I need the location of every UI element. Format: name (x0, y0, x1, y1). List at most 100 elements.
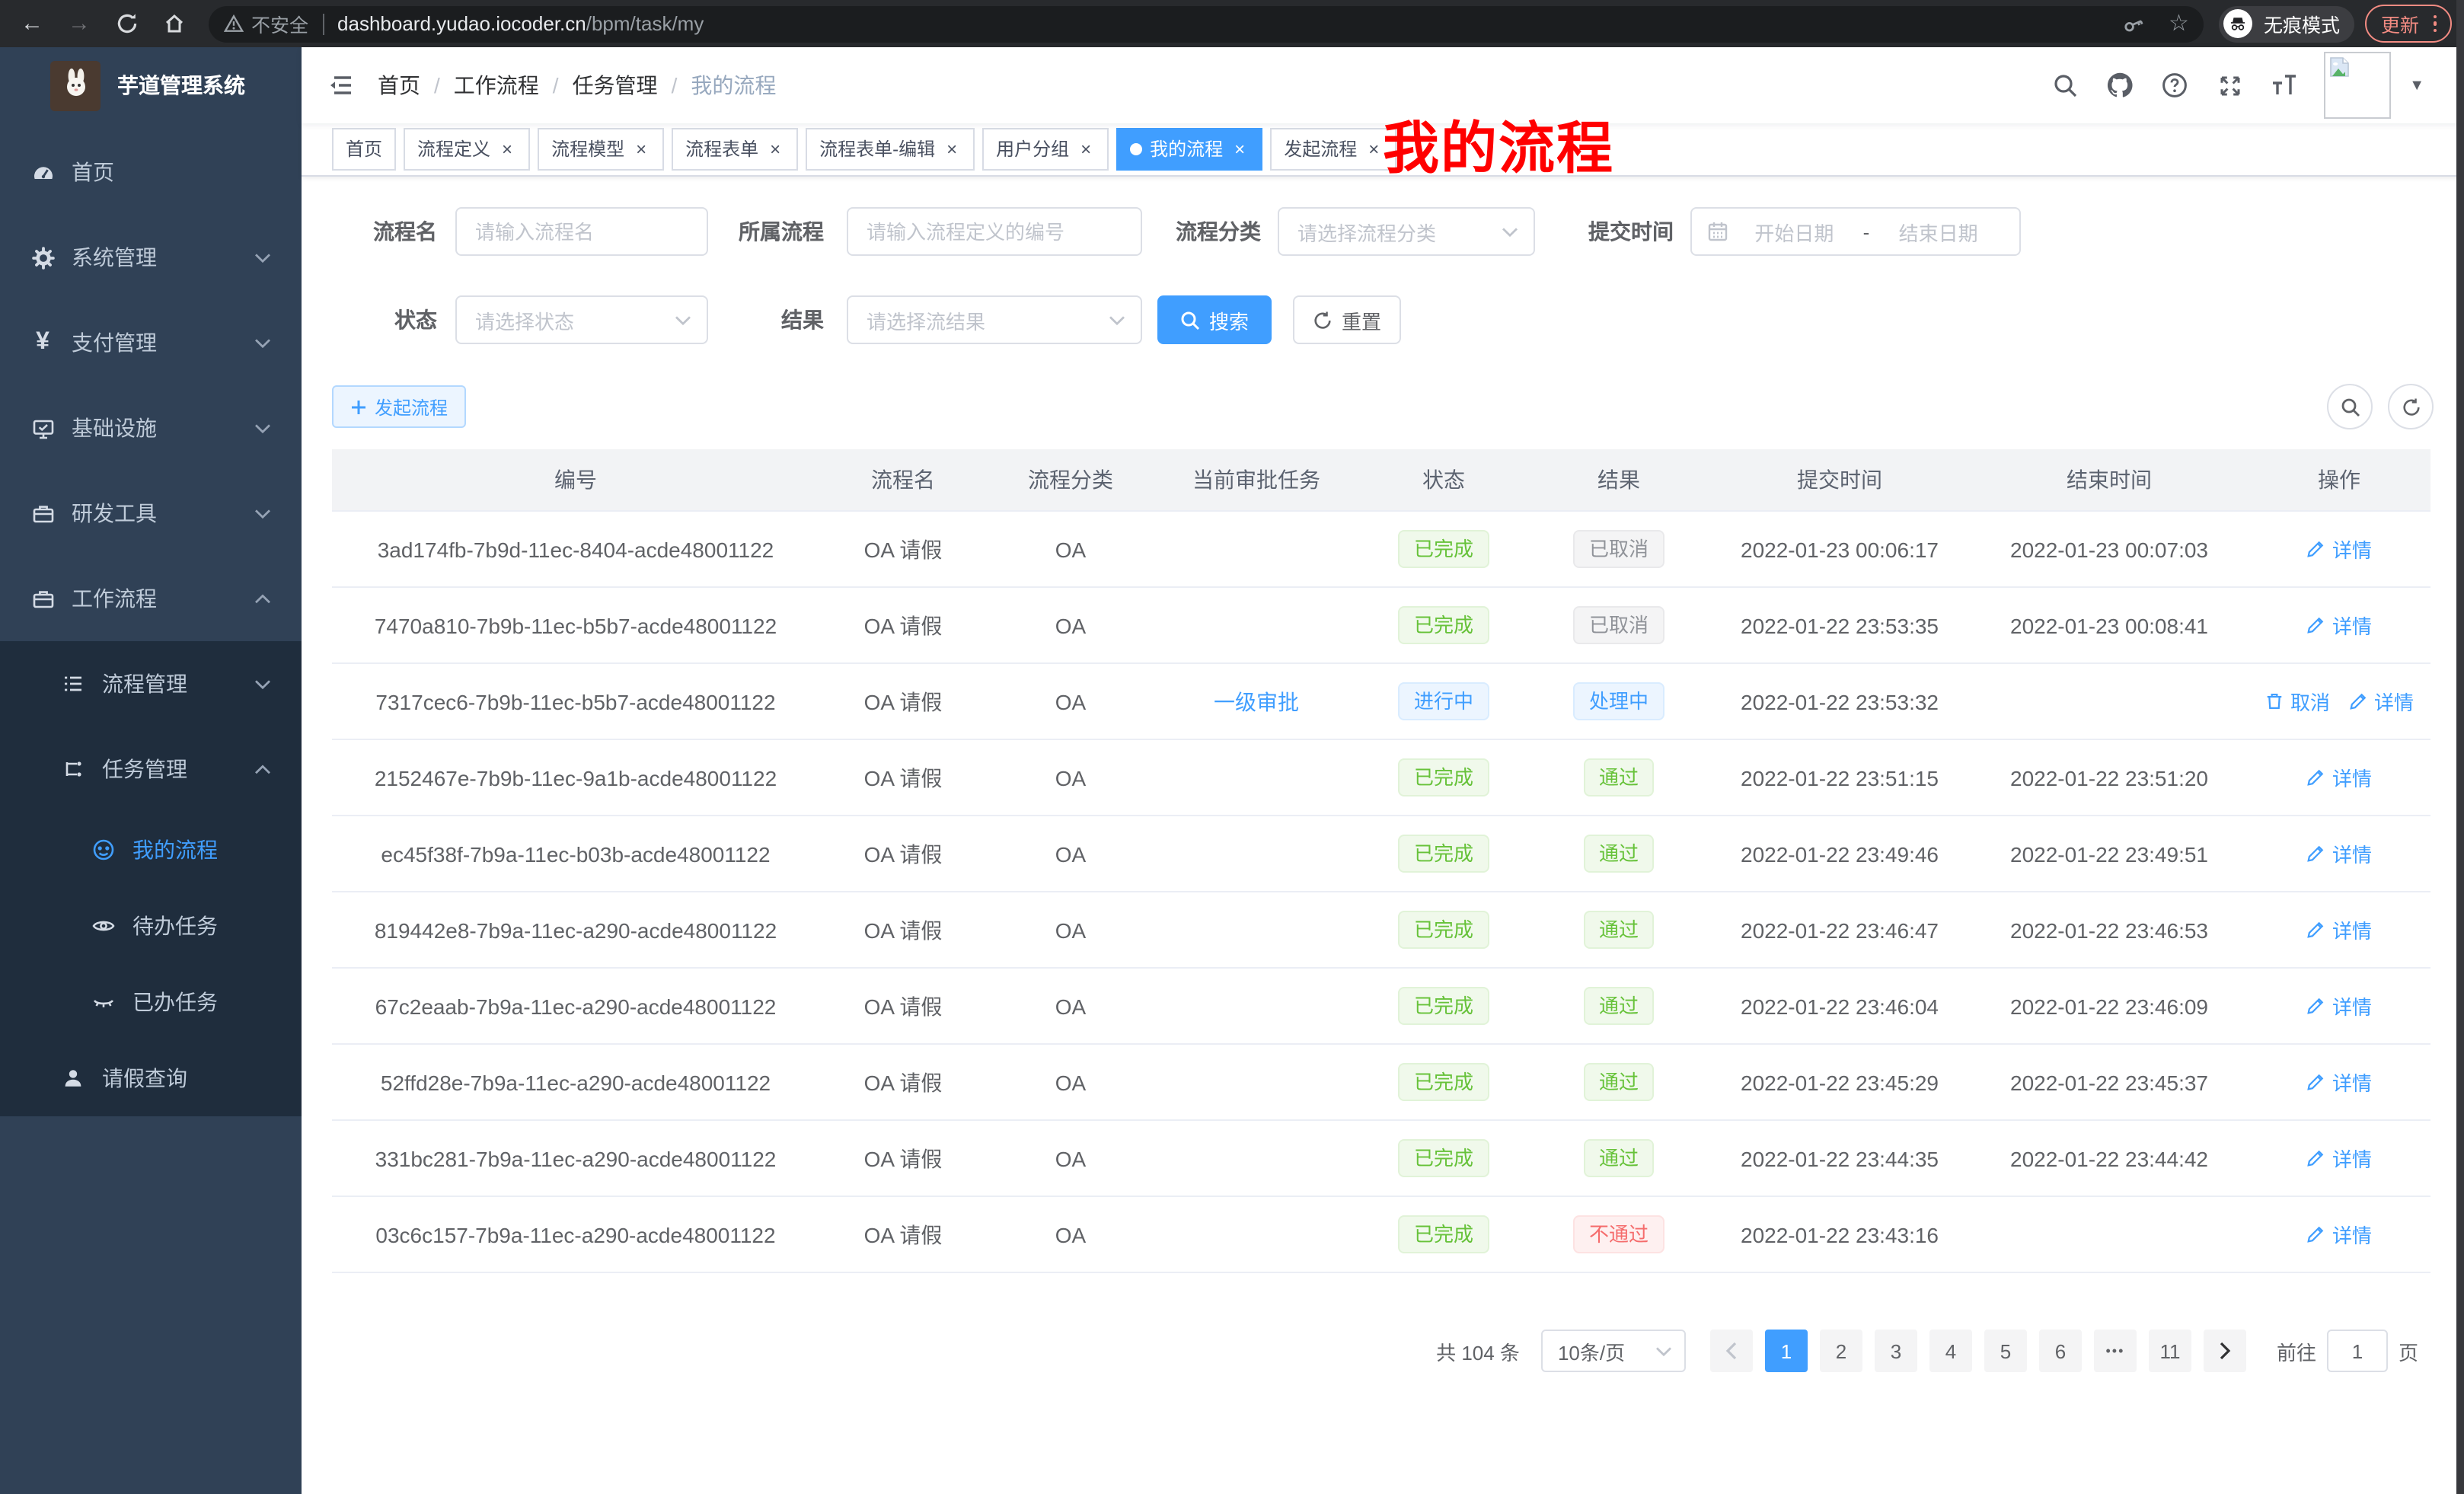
cell-name: OA 请假 (819, 739, 987, 816)
tab-user-group[interactable]: 用户分组× (982, 128, 1109, 171)
tab-home[interactable]: 首页 (332, 128, 396, 171)
page-button-4[interactable]: 4 (1929, 1330, 1972, 1372)
font-size-icon[interactable] (2269, 70, 2300, 101)
detail-link[interactable]: 详情 (2306, 1068, 2372, 1097)
prev-page-button[interactable] (1710, 1330, 1753, 1372)
close-icon[interactable]: × (632, 131, 650, 168)
sidebar-item-infra[interactable]: 基础设施 (0, 385, 302, 471)
forward-icon[interactable]: → (65, 10, 93, 37)
tab-process-form-edit[interactable]: 流程表单-编辑× (806, 128, 975, 171)
sidebar-item-workflow[interactable]: 工作流程 (0, 556, 302, 641)
cell-actions: 详情 (2248, 511, 2430, 587)
tab-process-model[interactable]: 流程模型× (538, 128, 664, 171)
search-button[interactable]: 搜索 (1157, 295, 1272, 344)
star-icon[interactable]: ☆ (2169, 12, 2189, 35)
site-security[interactable]: 不安全 (224, 9, 308, 38)
reset-button[interactable]: 重置 (1293, 295, 1401, 344)
status-badge: 已完成 (1399, 758, 1489, 796)
detail-link[interactable]: 详情 (2348, 687, 2414, 716)
avatar[interactable] (2324, 52, 2391, 119)
tab-start-process[interactable]: 发起流程× (1270, 128, 1396, 171)
close-icon[interactable]: × (498, 131, 516, 168)
cell-actions: 详情 (2248, 892, 2430, 968)
detail-link[interactable]: 详情 (2306, 1220, 2372, 1249)
page-button-5[interactable]: 5 (1984, 1330, 2027, 1372)
sidebar-item-system[interactable]: 系统管理 (0, 215, 302, 300)
breadcrumb-task-mgmt[interactable]: 任务管理 (573, 70, 658, 101)
start-process-button[interactable]: 发起流程 (332, 385, 466, 428)
submit-time-range-picker[interactable]: 开始日期 - 结束日期 (1690, 207, 2021, 256)
search-icon[interactable] (2050, 70, 2080, 101)
sidebar-item-my-process[interactable]: 我的流程 (0, 812, 302, 888)
next-page-button[interactable] (2204, 1330, 2246, 1372)
tab-my-process[interactable]: 我的流程× (1116, 128, 1262, 171)
cell-status: 已完成 (1358, 511, 1529, 587)
result-select[interactable]: 请选择流结果 (847, 295, 1142, 344)
tab-process-definition[interactable]: 流程定义× (404, 128, 530, 171)
sidebar-item-todo-task[interactable]: 待办任务 (0, 888, 302, 964)
help-icon[interactable] (2159, 70, 2190, 101)
sidebar-item-home[interactable]: 首页 (0, 129, 302, 215)
page-button-1[interactable]: 1 (1765, 1330, 1808, 1372)
sidebar-item-payment[interactable]: ¥ 支付管理 (0, 300, 302, 385)
show-search-button[interactable] (2327, 384, 2373, 429)
cell-task (1154, 892, 1358, 968)
breadcrumb-home[interactable]: 首页 (378, 70, 420, 101)
close-icon[interactable]: × (1364, 131, 1383, 168)
detail-link[interactable]: 详情 (2306, 915, 2372, 944)
cell-submit-time: 2022-01-22 23:44:35 (1709, 1120, 1971, 1196)
page-button-6[interactable]: 6 (2039, 1330, 2082, 1372)
hamburger-icon[interactable] (302, 47, 378, 123)
sidebar-item-task-mgmt[interactable]: 任务管理 (0, 726, 302, 812)
page-button-last[interactable]: 11 (2149, 1330, 2191, 1372)
fullscreen-icon[interactable] (2214, 70, 2245, 101)
refresh-table-button[interactable] (2388, 384, 2434, 429)
close-icon[interactable]: × (766, 131, 784, 168)
col-result: 结果 (1529, 449, 1709, 511)
task-link[interactable]: 一级审批 (1214, 689, 1299, 713)
close-icon[interactable]: × (943, 131, 961, 168)
end-date-placeholder: 结束日期 (1872, 217, 2004, 246)
detail-link[interactable]: 详情 (2306, 763, 2372, 792)
cell-submit-time: 2022-01-22 23:45:29 (1709, 1044, 1971, 1120)
reload-icon[interactable] (113, 10, 140, 37)
detail-link[interactable]: 详情 (2306, 1144, 2372, 1173)
chevron-down-icon[interactable]: ▼ (2409, 77, 2424, 94)
close-icon[interactable]: × (1230, 131, 1249, 168)
col-end-time: 结束时间 (1971, 449, 2248, 511)
sidebar-item-leave-query[interactable]: 请假查询 (0, 1040, 302, 1116)
breadcrumb-workflow[interactable]: 工作流程 (454, 70, 539, 101)
app-logo-row[interactable]: 芋道管理系统 (0, 47, 302, 123)
github-icon[interactable] (2105, 70, 2135, 101)
more-pages-button[interactable]: ••• (2094, 1330, 2137, 1372)
cell-category: OA (987, 1120, 1154, 1196)
sidebar-item-process-mgmt[interactable]: 流程管理 (0, 641, 302, 726)
table-row: 7317cec6-7b9b-11ec-b5b7-acde48001122 OA … (332, 663, 2430, 739)
detail-link[interactable]: 详情 (2306, 839, 2372, 868)
page-button-2[interactable]: 2 (1820, 1330, 1862, 1372)
back-icon[interactable]: ← (18, 10, 46, 37)
process-name-input[interactable] (455, 207, 708, 256)
browser-update-button[interactable]: 更新 (2366, 5, 2452, 43)
detail-link[interactable]: 详情 (2306, 535, 2372, 563)
address-bar[interactable]: 不安全 dashboard.yudao.iocoder.cn/bpm/task/… (209, 5, 2204, 42)
status-select[interactable]: 请选择状态 (455, 295, 708, 344)
close-icon[interactable]: × (1077, 131, 1095, 168)
detail-link[interactable]: 详情 (2306, 611, 2372, 640)
url-text[interactable]: dashboard.yudao.iocoder.cn/bpm/task/my (337, 12, 704, 35)
process-definition-input[interactable] (847, 207, 1142, 256)
page-size-select[interactable]: 10条/页 (1541, 1330, 1686, 1372)
home-icon[interactable] (160, 10, 187, 37)
browser-menu-icon[interactable] (2433, 15, 2437, 33)
goto-page-input[interactable] (2327, 1330, 2388, 1372)
tab-process-form[interactable]: 流程表单× (672, 128, 798, 171)
page-button-3[interactable]: 3 (1875, 1330, 1917, 1372)
cancel-link[interactable]: 取消 (2265, 687, 2330, 716)
sidebar-item-done-task[interactable]: 已办任务 (0, 964, 302, 1040)
select-placeholder: 请选择流结果 (867, 305, 1109, 334)
sidebar-item-devtools[interactable]: 研发工具 (0, 471, 302, 556)
table-row: 52ffd28e-7b9a-11ec-a290-acde48001122 OA … (332, 1044, 2430, 1120)
key-icon[interactable] (2123, 13, 2144, 34)
detail-link[interactable]: 详情 (2306, 991, 2372, 1020)
process-category-select[interactable]: 请选择流程分类 (1278, 207, 1535, 256)
